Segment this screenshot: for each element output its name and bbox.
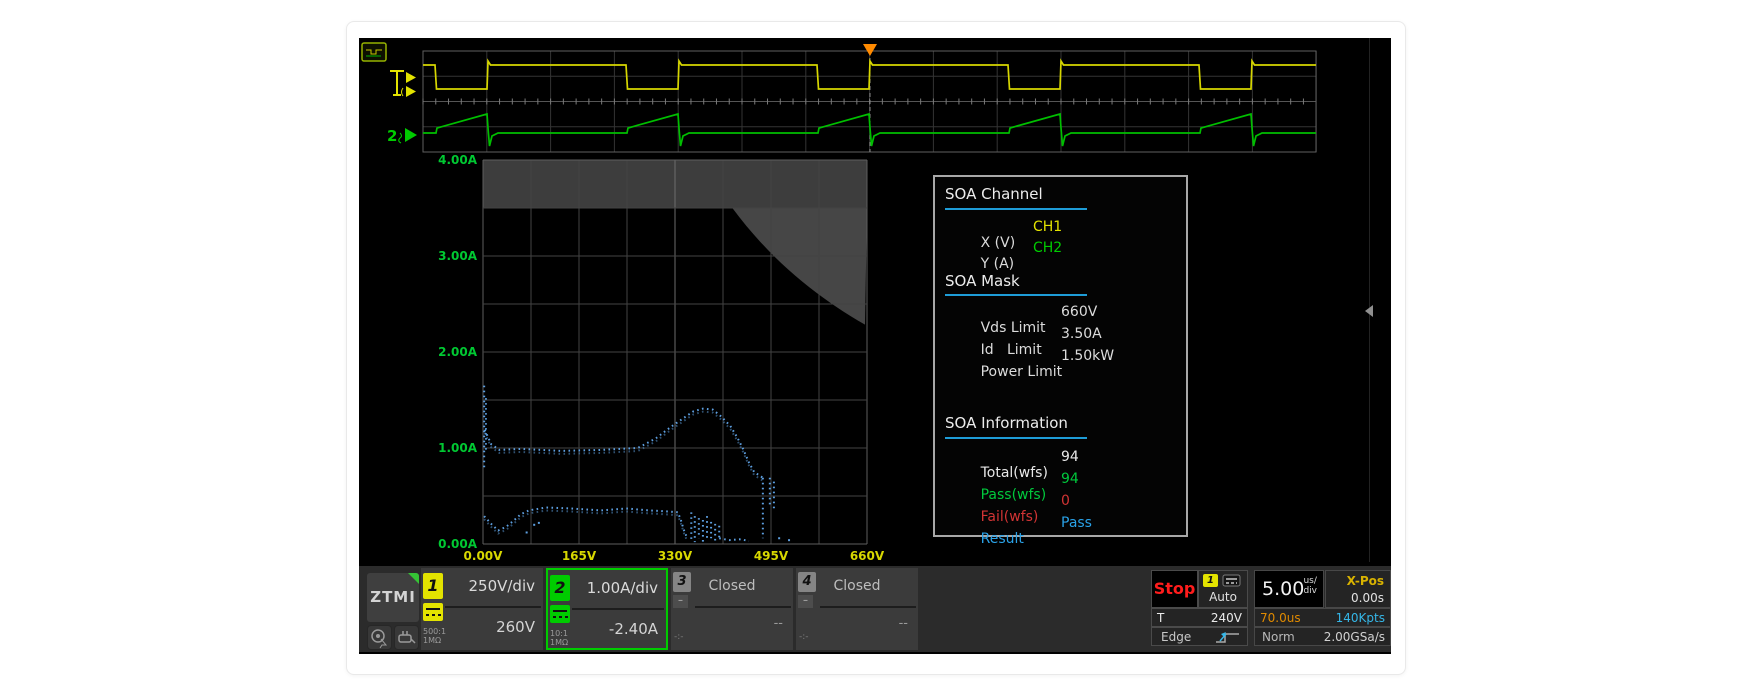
channel-2-badge: 2 <box>550 575 570 601</box>
ch3-state: Closed <box>671 578 793 594</box>
divider <box>695 606 791 608</box>
trigger-type: Edge <box>1161 630 1191 644</box>
trigger-type-row[interactable]: Edge <box>1151 627 1248 646</box>
ch4-probe-placeholder: -:- <box>799 632 809 642</box>
soa-id-limit-row: Id Limit 3.50A <box>945 326 1178 343</box>
trigger-source-badge: 1 <box>1203 574 1218 587</box>
touch-drag-icon[interactable] <box>394 625 419 650</box>
scope-display-svg: 2 4.00A3.00A2.00A1.00A0.00A0.00V165V330V… <box>359 38 1391 654</box>
soa-x-row: X (V) CH1 <box>945 219 1178 236</box>
ch1-probe-ratio: 500:11MΩ <box>423 627 446 645</box>
acq-mode: Norm <box>1262 630 1295 644</box>
divider <box>445 606 541 608</box>
soa-mask-title: SOA Mask <box>945 272 1020 290</box>
rising-edge-icon <box>1215 631 1241 645</box>
divider <box>945 437 1087 439</box>
svg-text:165V: 165V <box>562 549 597 563</box>
window-length: 70.0us <box>1260 611 1301 625</box>
svg-text:2.00A: 2.00A <box>438 345 478 359</box>
ch2-scale: 1.00A/div <box>587 579 658 597</box>
ch2-offset: -2.40A <box>609 620 658 638</box>
acquisition-row: Norm 2.00GSa/s <box>1254 627 1391 646</box>
channel-3-button[interactable]: 3 – Closed -- -:- <box>671 568 793 650</box>
ch3-coupling-off-icon: – <box>673 595 688 608</box>
xpos-label: X-Pos <box>1347 574 1384 588</box>
svg-text:4.00A: 4.00A <box>438 153 478 167</box>
svg-text:0.00V: 0.00V <box>464 549 504 563</box>
trigger-level-icon[interactable] <box>390 71 416 97</box>
divider <box>572 608 664 610</box>
soa-y-row: Y (A) CH2 <box>945 240 1178 257</box>
ch2-probe-ratio: 10:11MΩ <box>550 629 568 647</box>
svg-text:2: 2 <box>387 127 397 145</box>
trigger-status-cluster[interactable]: Stop 1 Auto T 240V Edge <box>1151 570 1248 646</box>
ch3-probe-placeholder: -:- <box>674 632 684 642</box>
soa-channel-title: SOA Channel <box>945 185 1043 203</box>
ch4-coupling-off-icon: – <box>798 595 813 608</box>
channel2-marker[interactable]: 2 <box>387 127 417 145</box>
channel-1-badge: 1 <box>423 573 443 599</box>
soa-y-channel: CH2 <box>1033 240 1062 256</box>
expand-menu-arrow-icon[interactable] <box>1365 305 1373 317</box>
timebase-cluster[interactable]: 5.00 us/div X-Pos 0.00s 70.0us 140Kpts N… <box>1254 570 1391 646</box>
logo-corner-badge <box>408 573 419 584</box>
acquisition-status[interactable]: Stop <box>1151 570 1198 608</box>
timebase-scale[interactable]: 5.00 us/div <box>1254 570 1324 608</box>
svg-text:660V: 660V <box>850 549 885 563</box>
ch4-state: Closed <box>796 578 918 594</box>
trigger-mode: Auto <box>1199 590 1247 604</box>
soa-vds-limit-row: Vds Limit 660V <box>945 304 1178 321</box>
divider <box>945 294 1087 296</box>
soa-total-row: Total(wfs) 94 <box>945 449 1178 466</box>
channel-1-button[interactable]: 1 500:11MΩ 250V/div 260V <box>421 568 543 650</box>
trigger-source-mode[interactable]: 1 Auto <box>1198 570 1248 608</box>
sample-rate: 2.00GSa/s <box>1324 630 1385 644</box>
xpos-value: 0.00s <box>1351 591 1384 605</box>
svg-text:330V: 330V <box>658 549 693 563</box>
ch1-offset: 260V <box>496 618 535 636</box>
touch-tap-icon[interactable] <box>367 625 392 650</box>
ch1-dc-coupling-icon <box>423 603 443 621</box>
status-bar: ZTMI 1 500:11MΩ 250V/div <box>359 566 1391 652</box>
trigger-level-row[interactable]: T 240V <box>1151 608 1248 627</box>
svg-text:495V: 495V <box>754 549 789 563</box>
soa-result-row: Result Pass <box>945 515 1178 532</box>
right-panel-divider <box>1369 38 1370 562</box>
ch2-dc-coupling-icon <box>550 605 570 623</box>
soa-result-value: Pass <box>1061 515 1092 531</box>
soa-pass-row: Pass(wfs) 94 <box>945 471 1178 488</box>
divider <box>945 208 1087 210</box>
trigger-level-value: 240V <box>1211 611 1242 625</box>
ch3-offset: -- <box>774 616 783 631</box>
svg-text:1.00A: 1.00A <box>438 441 478 455</box>
horizontal-position[interactable]: X-Pos 0.00s <box>1325 570 1391 608</box>
oscilloscope-screen: 2 4.00A3.00A2.00A1.00A0.00A0.00V165V330V… <box>359 38 1391 654</box>
soa-power-limit-row: Power Limit 1.50kW <box>945 348 1178 365</box>
divider <box>820 606 916 608</box>
record-length: 140Kpts <box>1336 611 1385 625</box>
brand-logo[interactable]: ZTMI <box>367 573 419 622</box>
trigger-level-label: T <box>1157 611 1164 625</box>
display-mode-icon[interactable] <box>362 43 386 61</box>
ch1-scale: 250V/div <box>468 577 535 595</box>
capture-window-row: 70.0us 140Kpts <box>1254 608 1391 627</box>
ch4-offset: -- <box>899 616 908 631</box>
channel-2-button[interactable]: 2 10:11MΩ 1.00A/div -2.40A <box>546 568 668 650</box>
soa-information-title: SOA Information <box>945 414 1068 432</box>
soa-fail-row: Fail(wfs) 0 <box>945 493 1178 510</box>
scope-card: 2 4.00A3.00A2.00A1.00A0.00A0.00V165V330V… <box>346 21 1406 675</box>
trigger-coupling-icon <box>1222 574 1242 588</box>
soa-results-panel: SOA Channel X (V) CH1 Y (A) CH2 SOA Mask… <box>933 175 1188 537</box>
soa-x-channel: CH1 <box>1033 219 1062 235</box>
svg-text:3.00A: 3.00A <box>438 249 478 263</box>
channel-4-button[interactable]: 4 – Closed -- -:- <box>796 568 918 650</box>
